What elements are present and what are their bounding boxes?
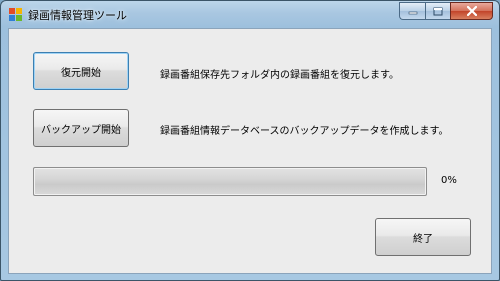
- backup-start-button[interactable]: バックアップ開始: [33, 109, 129, 147]
- maximize-icon: [433, 7, 443, 15]
- minimize-button[interactable]: [399, 2, 425, 20]
- restore-start-button[interactable]: 復元開始: [33, 52, 129, 90]
- exit-button[interactable]: 終了: [375, 218, 471, 256]
- progress-percent: 0%: [441, 175, 457, 186]
- exit-button-label: 終了: [413, 233, 433, 245]
- client-area: 復元開始 録画番組保存先フォルダ内の録画番組を復元します。 バックアップ開始 録…: [8, 28, 492, 274]
- close-icon: [466, 6, 477, 16]
- backup-description: 録画番組情報データベースのバックアップデータを作成します。: [160, 126, 449, 137]
- title-bar[interactable]: 録画情報管理ツール: [1, 1, 499, 28]
- minimize-icon: [408, 11, 417, 15]
- restore-start-button-label: 復元開始: [61, 67, 101, 79]
- app-window: 録画情報管理ツール 復元開始 録画番組保存先フォルダ内の録画番組を復元します。 …: [0, 0, 500, 281]
- close-button[interactable]: [450, 2, 493, 20]
- caption-buttons: [399, 2, 493, 20]
- backup-start-button-label: バックアップ開始: [41, 124, 121, 136]
- progress-bar: [33, 167, 427, 196]
- app-icon: [9, 8, 22, 21]
- maximize-button[interactable]: [425, 2, 450, 20]
- restore-description: 録画番組保存先フォルダ内の録画番組を復元します。: [160, 70, 399, 81]
- window-title: 録画情報管理ツール: [28, 9, 127, 22]
